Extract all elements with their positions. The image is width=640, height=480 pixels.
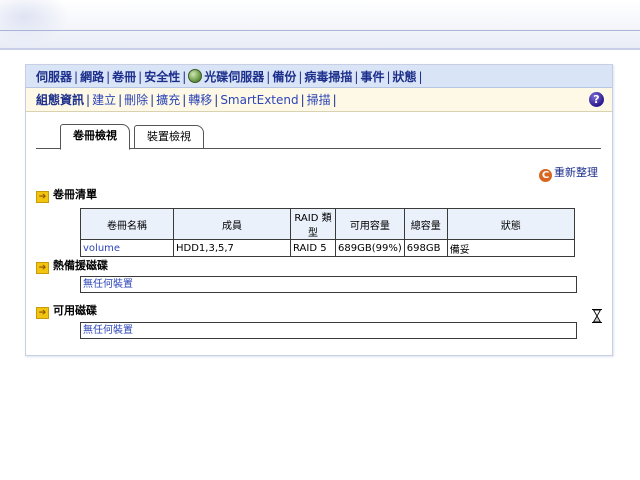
nav-volume[interactable]: 卷冊: [112, 70, 136, 84]
nav-security[interactable]: 安全性: [144, 70, 180, 84]
section-title: 熱備援磁碟: [53, 259, 108, 272]
table-cell: HDD1,3,5,7: [173, 239, 291, 257]
section-title: 可用磁碟: [53, 304, 97, 317]
section-available-disks: ➔ 可用磁碟: [36, 302, 97, 319]
subnav-config-info[interactable]: 組態資訊: [36, 93, 84, 107]
banner-line: [0, 30, 640, 31]
col-header: 狀態: [446, 208, 576, 240]
volume-table: 卷冊名稱 成員 RAID 類型 可用容量 總容量 狀態 volume HDD1,…: [80, 208, 576, 257]
subnav-scan[interactable]: 掃描: [307, 93, 331, 107]
section-title: 卷冊清單: [53, 188, 97, 201]
hourglass-icon: [592, 309, 602, 323]
hot-spare-list: 無任何裝置: [80, 276, 577, 293]
table-cell: 備妥: [446, 239, 576, 257]
view-tabs: 卷冊檢視 裝置檢視: [36, 123, 601, 150]
top-banner: [0, 0, 640, 50]
arrow-right-icon: ➔: [36, 307, 49, 319]
available-disks-list: 無任何裝置: [80, 322, 577, 339]
nav-events[interactable]: 事件: [360, 70, 384, 84]
tab-device-view[interactable]: 裝置檢視: [134, 125, 204, 148]
refresh-label: 重新整理: [554, 166, 598, 179]
table-header-row: 卷冊名稱 成員 RAID 類型 可用容量 總容量 狀態: [80, 208, 576, 240]
globe-icon: [188, 69, 203, 83]
refresh-icon: C: [539, 169, 552, 182]
nav-disc-server[interactable]: 光碟伺服器: [204, 70, 264, 84]
table-cell: 698GB: [403, 239, 448, 257]
nav-server[interactable]: 伺服器: [36, 70, 72, 84]
banner-glow: [0, 0, 70, 45]
table-cell: 689GB(99%): [335, 239, 405, 257]
nav-virus-scan[interactable]: 病毒掃描: [304, 70, 352, 84]
subnav-migrate[interactable]: 轉移: [188, 93, 212, 107]
nav-backup[interactable]: 備份: [272, 70, 296, 84]
subnav-expand[interactable]: 擴充: [156, 93, 180, 107]
primary-nav: 伺服器 | 網路 | 卷冊 | 安全性 | 光碟伺服器 | 備份 | 病毒掃描 | 事件 | 狀態 |: [26, 65, 612, 88]
tab-volume-view[interactable]: 卷冊檢視: [60, 124, 130, 150]
help-button[interactable]: ?: [589, 92, 604, 107]
col-header: 總容量: [403, 208, 448, 240]
col-header: 可用容量: [335, 208, 405, 240]
volume-name-link[interactable]: volume: [80, 239, 174, 257]
section-hot-spare: ➔ 熱備援磁碟: [36, 257, 108, 274]
table-row: volume HDD1,3,5,7 RAID 5 689GB(99%) 698G…: [80, 239, 576, 257]
arrow-right-icon: ➔: [36, 262, 49, 274]
section-volume-list: ➔ 卷冊清單: [36, 186, 97, 203]
col-header: RAID 類型: [290, 208, 336, 240]
secondary-nav: 組態資訊 | 建立 | 刪除 | 擴充 | 轉移 | SmartExtend | 掃描 | ?: [26, 88, 612, 112]
col-header: 成員: [173, 208, 291, 240]
col-header: 卷冊名稱: [80, 208, 174, 240]
nav-network[interactable]: 網路: [80, 70, 104, 84]
subnav-create[interactable]: 建立: [92, 93, 116, 107]
table-cell: RAID 5: [290, 239, 336, 257]
refresh-button[interactable]: C 重新整理: [539, 164, 598, 182]
nav-status[interactable]: 狀態: [393, 70, 417, 84]
banner-line-bottom: [0, 48, 640, 50]
arrow-right-icon: ➔: [36, 191, 49, 203]
subnav-smartextend[interactable]: SmartExtend: [220, 93, 298, 107]
subnav-delete[interactable]: 刪除: [124, 93, 148, 107]
main-panel: 伺服器 | 網路 | 卷冊 | 安全性 | 光碟伺服器 | 備份 | 病毒掃描 | 事件 | 狀態 | 組態資訊 |…: [25, 64, 613, 356]
